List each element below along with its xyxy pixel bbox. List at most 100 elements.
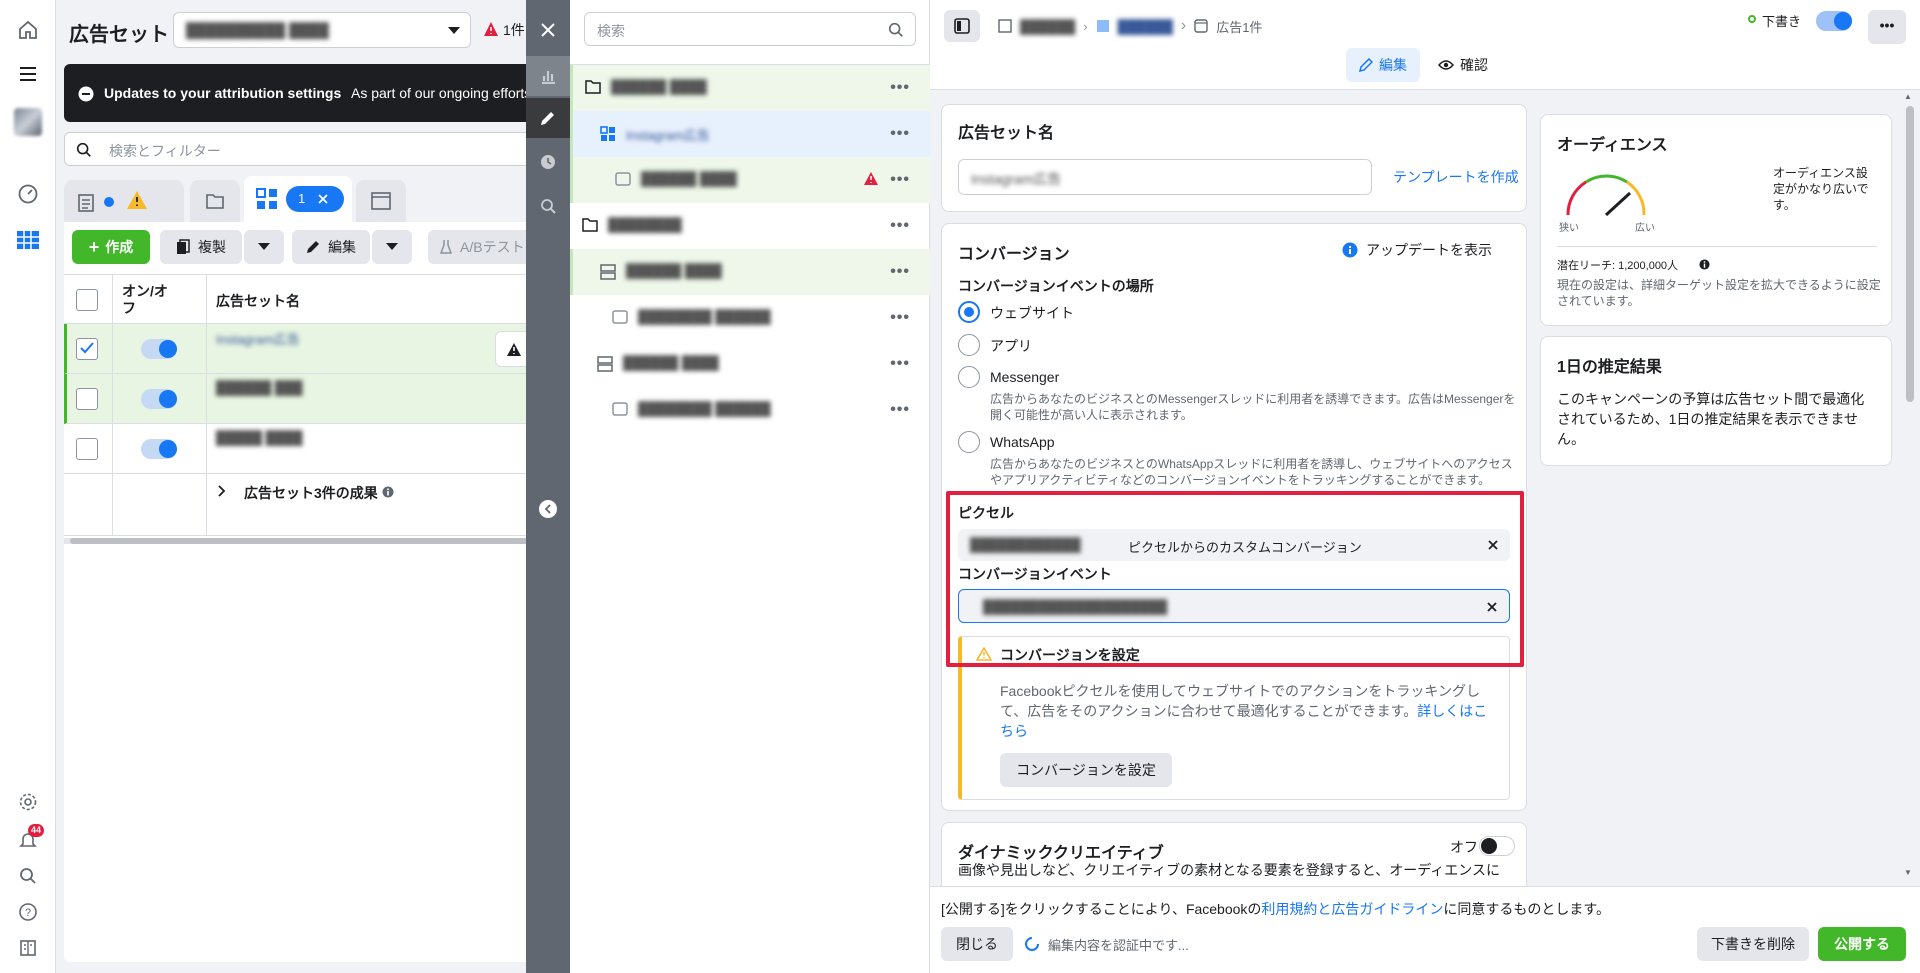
inspect-button[interactable] xyxy=(526,186,570,226)
more-options-icon[interactable]: ••• xyxy=(890,125,910,143)
ab-test-button[interactable]: A/Bテスト xyxy=(428,230,538,264)
tree-item-adset[interactable]: ██████ ████ ••• xyxy=(570,341,930,387)
tab-adsets[interactable]: 1 xyxy=(244,176,352,222)
row-toggle[interactable] xyxy=(141,439,177,459)
select-all-checkbox[interactable] xyxy=(76,289,98,311)
search-icon[interactable] xyxy=(14,862,42,890)
draft-toggle[interactable] xyxy=(1816,11,1852,31)
tab-ads[interactable] xyxy=(356,180,406,222)
breadcrumb-ad[interactable]: 広告1件 xyxy=(1216,17,1262,36)
row-checkbox[interactable] xyxy=(76,438,98,460)
adset-name-input[interactable]: Instagram広告 xyxy=(958,159,1372,195)
row-name[interactable]: ██████ ███ xyxy=(216,380,303,395)
gauge-high-label: 広い xyxy=(1635,223,1655,234)
tree-item-campaign[interactable]: ██████ ████ ••• xyxy=(570,65,930,111)
menu-icon[interactable] xyxy=(14,60,42,88)
create-template-link[interactable]: テンプレートを作成 xyxy=(1393,167,1519,187)
selection-chip[interactable]: 1 xyxy=(286,186,344,212)
tab-campaigns[interactable] xyxy=(64,180,184,222)
col-header-onoff[interactable]: オン/オフ xyxy=(122,283,172,317)
tree-item-ad[interactable]: ████████ ██████ ••• xyxy=(570,295,930,341)
setup-conversion-button[interactable]: コンバージョンを設定 xyxy=(1000,753,1172,787)
more-options-icon[interactable]: ••• xyxy=(890,263,910,281)
table-row[interactable]: ██████ ███ xyxy=(64,374,534,424)
tab-review[interactable]: 確認 xyxy=(1428,48,1498,82)
table-row[interactable]: Instagram広告 xyxy=(64,324,535,374)
tree-item-campaign[interactable]: ████████ ••• xyxy=(570,203,930,249)
search-filter-bar[interactable]: 検索とフィルター xyxy=(64,132,534,166)
tree-item-ad[interactable]: ████████ ██████ ••• xyxy=(570,387,930,433)
tree-item-adset[interactable]: ██████ ████ ••• xyxy=(570,249,930,295)
breadcrumb-adset[interactable]: ██████ xyxy=(1117,18,1173,34)
more-options-icon[interactable]: ••• xyxy=(890,401,910,419)
duplicate-dropdown[interactable] xyxy=(244,230,284,264)
pixel-select[interactable]: ████████████ ピクセルからのカスタムコンバージョン xyxy=(958,529,1510,561)
info-icon[interactable] xyxy=(382,486,394,498)
charts-button[interactable] xyxy=(526,56,570,96)
view-updates-link[interactable]: アップデートを表示 xyxy=(1366,240,1492,260)
more-options-icon[interactable]: ••• xyxy=(890,79,910,97)
row-toggle[interactable] xyxy=(141,389,177,409)
tree-item-label: ████████ xyxy=(608,217,682,232)
edit-button[interactable]: 編集 xyxy=(292,230,370,264)
duplicate-button[interactable]: 複製 xyxy=(160,230,242,264)
publish-button[interactable]: 公開する xyxy=(1818,927,1906,961)
report-icon[interactable] xyxy=(14,934,42,962)
dynamic-toggle-label: オフ xyxy=(1450,839,1478,855)
row-checkbox[interactable] xyxy=(76,338,98,360)
more-options-icon[interactable]: ••• xyxy=(890,309,910,327)
help-icon[interactable]: ? xyxy=(14,898,42,926)
tab-edit[interactable]: 編集 xyxy=(1346,48,1420,82)
edit-mode-button[interactable] xyxy=(526,98,570,138)
close-icon[interactable] xyxy=(318,194,328,204)
edit-dropdown[interactable] xyxy=(372,230,412,264)
home-icon[interactable] xyxy=(14,16,42,44)
settings-gear-icon[interactable] xyxy=(14,788,42,816)
row-name[interactable]: Instagram広告 xyxy=(216,329,300,348)
row-name[interactable]: █████ ████ xyxy=(216,430,303,445)
account-selector[interactable]: ██████████ ████ xyxy=(173,12,471,48)
draft-label: 下書き xyxy=(1762,14,1802,29)
more-options-icon[interactable]: ••• xyxy=(1868,10,1906,44)
ads-manager-table-icon[interactable] xyxy=(14,226,42,254)
radio-app[interactable] xyxy=(958,334,980,356)
radio-messenger[interactable] xyxy=(958,366,980,388)
avatar[interactable] xyxy=(14,108,42,136)
info-icon[interactable] xyxy=(1699,259,1710,270)
create-button[interactable]: + 作成 xyxy=(72,230,150,264)
tree-search-input[interactable]: 検索 xyxy=(584,12,916,46)
row-toggle[interactable] xyxy=(141,339,177,359)
chevron-right-icon[interactable] xyxy=(218,485,226,497)
chevron-down-icon xyxy=(386,243,398,250)
clear-icon[interactable] xyxy=(1488,540,1498,550)
radio-whatsapp[interactable] xyxy=(958,431,980,453)
terms-link[interactable]: 利用規約と広告ガイドライン xyxy=(1261,901,1443,917)
sidebar-icon xyxy=(954,18,970,34)
more-options-icon[interactable]: ••• xyxy=(890,171,910,189)
tree-item-adset[interactable]: Instagram広告 ••• xyxy=(570,111,930,157)
tree-item-ad[interactable]: ██████ ████ ••• xyxy=(570,157,930,203)
error-count[interactable]: 1件 xyxy=(503,20,525,40)
more-options-icon[interactable]: ••• xyxy=(890,355,910,373)
dynamic-creative-toggle[interactable] xyxy=(1479,836,1515,856)
toggle-sidebar-button[interactable] xyxy=(944,10,980,42)
close-editor-button[interactable] xyxy=(526,10,570,50)
col-header-name[interactable]: 広告セット名 xyxy=(216,291,300,311)
clear-icon[interactable] xyxy=(1487,602,1497,612)
close-button[interactable]: 閉じる xyxy=(941,927,1013,961)
horizontal-scrollbar[interactable] xyxy=(64,538,534,544)
editor-scrollbar[interactable]: ▲ ▼ xyxy=(1904,92,1916,884)
history-button[interactable] xyxy=(526,142,570,182)
tab-folder[interactable] xyxy=(190,180,240,222)
breadcrumb-campaign[interactable]: ██████ xyxy=(1020,19,1075,34)
delete-draft-button[interactable]: 下書きを削除 xyxy=(1697,927,1809,961)
collapse-panel-button[interactable] xyxy=(539,500,557,518)
row-checkbox[interactable] xyxy=(76,388,98,410)
conversion-event-label: コンバージョンイベント xyxy=(958,566,1112,582)
more-options-icon[interactable]: ••• xyxy=(890,217,910,235)
radio-website[interactable] xyxy=(958,301,980,323)
table-row[interactable]: █████ ████ xyxy=(64,424,534,474)
conversion-event-select[interactable]: ████████████████████ xyxy=(958,589,1510,623)
notifications-bell-icon[interactable]: 44 xyxy=(14,824,45,854)
performance-gauge-icon[interactable] xyxy=(14,180,42,208)
